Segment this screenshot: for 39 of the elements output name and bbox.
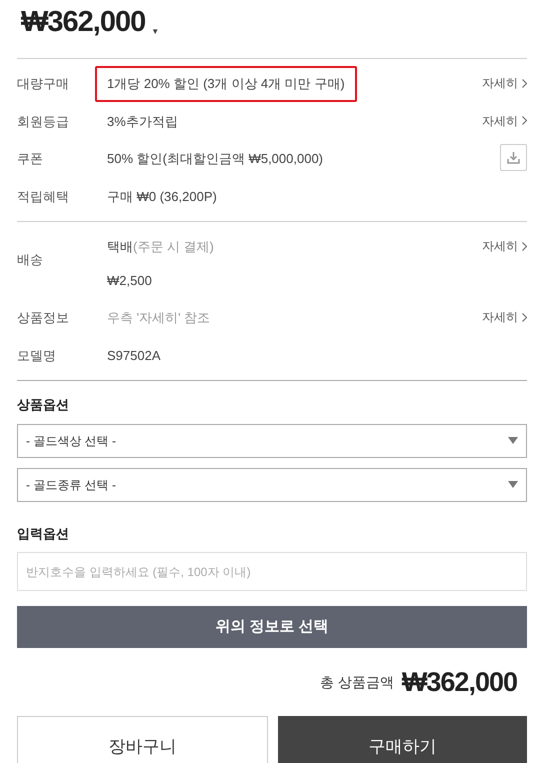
row-value: ₩2,500 [107, 272, 152, 290]
section-title: 입력옵션 [17, 526, 69, 540]
row-label: 모델명 [17, 348, 56, 362]
row-value: S97502A [107, 346, 160, 364]
row-value: 우측 '자세히' 참조 [107, 309, 210, 327]
row-label: 대량구매 [17, 76, 69, 91]
product-price: ₩362,000 [21, 4, 146, 40]
dropdown-arrow-icon [508, 437, 518, 444]
total-amount: ₩362,000 [402, 666, 517, 699]
row-label: 회원등급 [17, 114, 69, 128]
download-icon [507, 152, 520, 164]
total-label: 총 상품금액 [320, 672, 394, 692]
detail-link[interactable]: 자세히 [482, 112, 527, 130]
row-label: 배송 [17, 252, 43, 267]
row-value: 1개당 20% 할인 (3개 이상 4개 미만 구매) [95, 66, 357, 102]
row-value: 구매 ₩0 (36,200P) [107, 188, 217, 206]
row-label: 적립혜택 [17, 188, 69, 204]
detail-link[interactable]: 자세히 [482, 237, 527, 255]
select-button[interactable]: 위의 정보로 선택 [17, 606, 527, 648]
chevron-right-icon [522, 312, 527, 322]
row-label: 쿠폰 [17, 151, 43, 166]
row-value: 50% 할인(최대할인금액 ₩5,000,000) [107, 150, 324, 168]
option-select[interactable]: - 골드색상 선택 - [17, 424, 527, 458]
row-label: 상품정보 [17, 310, 69, 325]
buy-button[interactable]: 구매하기 [278, 716, 527, 763]
download-button[interactable] [500, 144, 527, 171]
detail-link[interactable]: 자세히 [482, 74, 527, 92]
ring-size-input[interactable]: 반지호수을 입력하세요 (필수, 100자 이내) [17, 552, 527, 591]
chevron-right-icon [522, 78, 527, 88]
chevron-right-icon [522, 116, 527, 125]
detail-link[interactable]: 자세히 [482, 308, 527, 326]
chevron-right-icon [522, 242, 527, 250]
section-title: 상품옵션 [17, 397, 69, 412]
shipping-method: 택배(주문 시 결제) [107, 238, 215, 256]
dropdown-arrow-icon [508, 481, 518, 488]
caret-icon[interactable]: ▼ [151, 26, 160, 38]
cart-button[interactable]: 장바구니 [17, 716, 268, 763]
option-select[interactable]: - 골드종류 선택 - [17, 468, 527, 502]
row-value: 3%추가적립 [107, 112, 178, 130]
